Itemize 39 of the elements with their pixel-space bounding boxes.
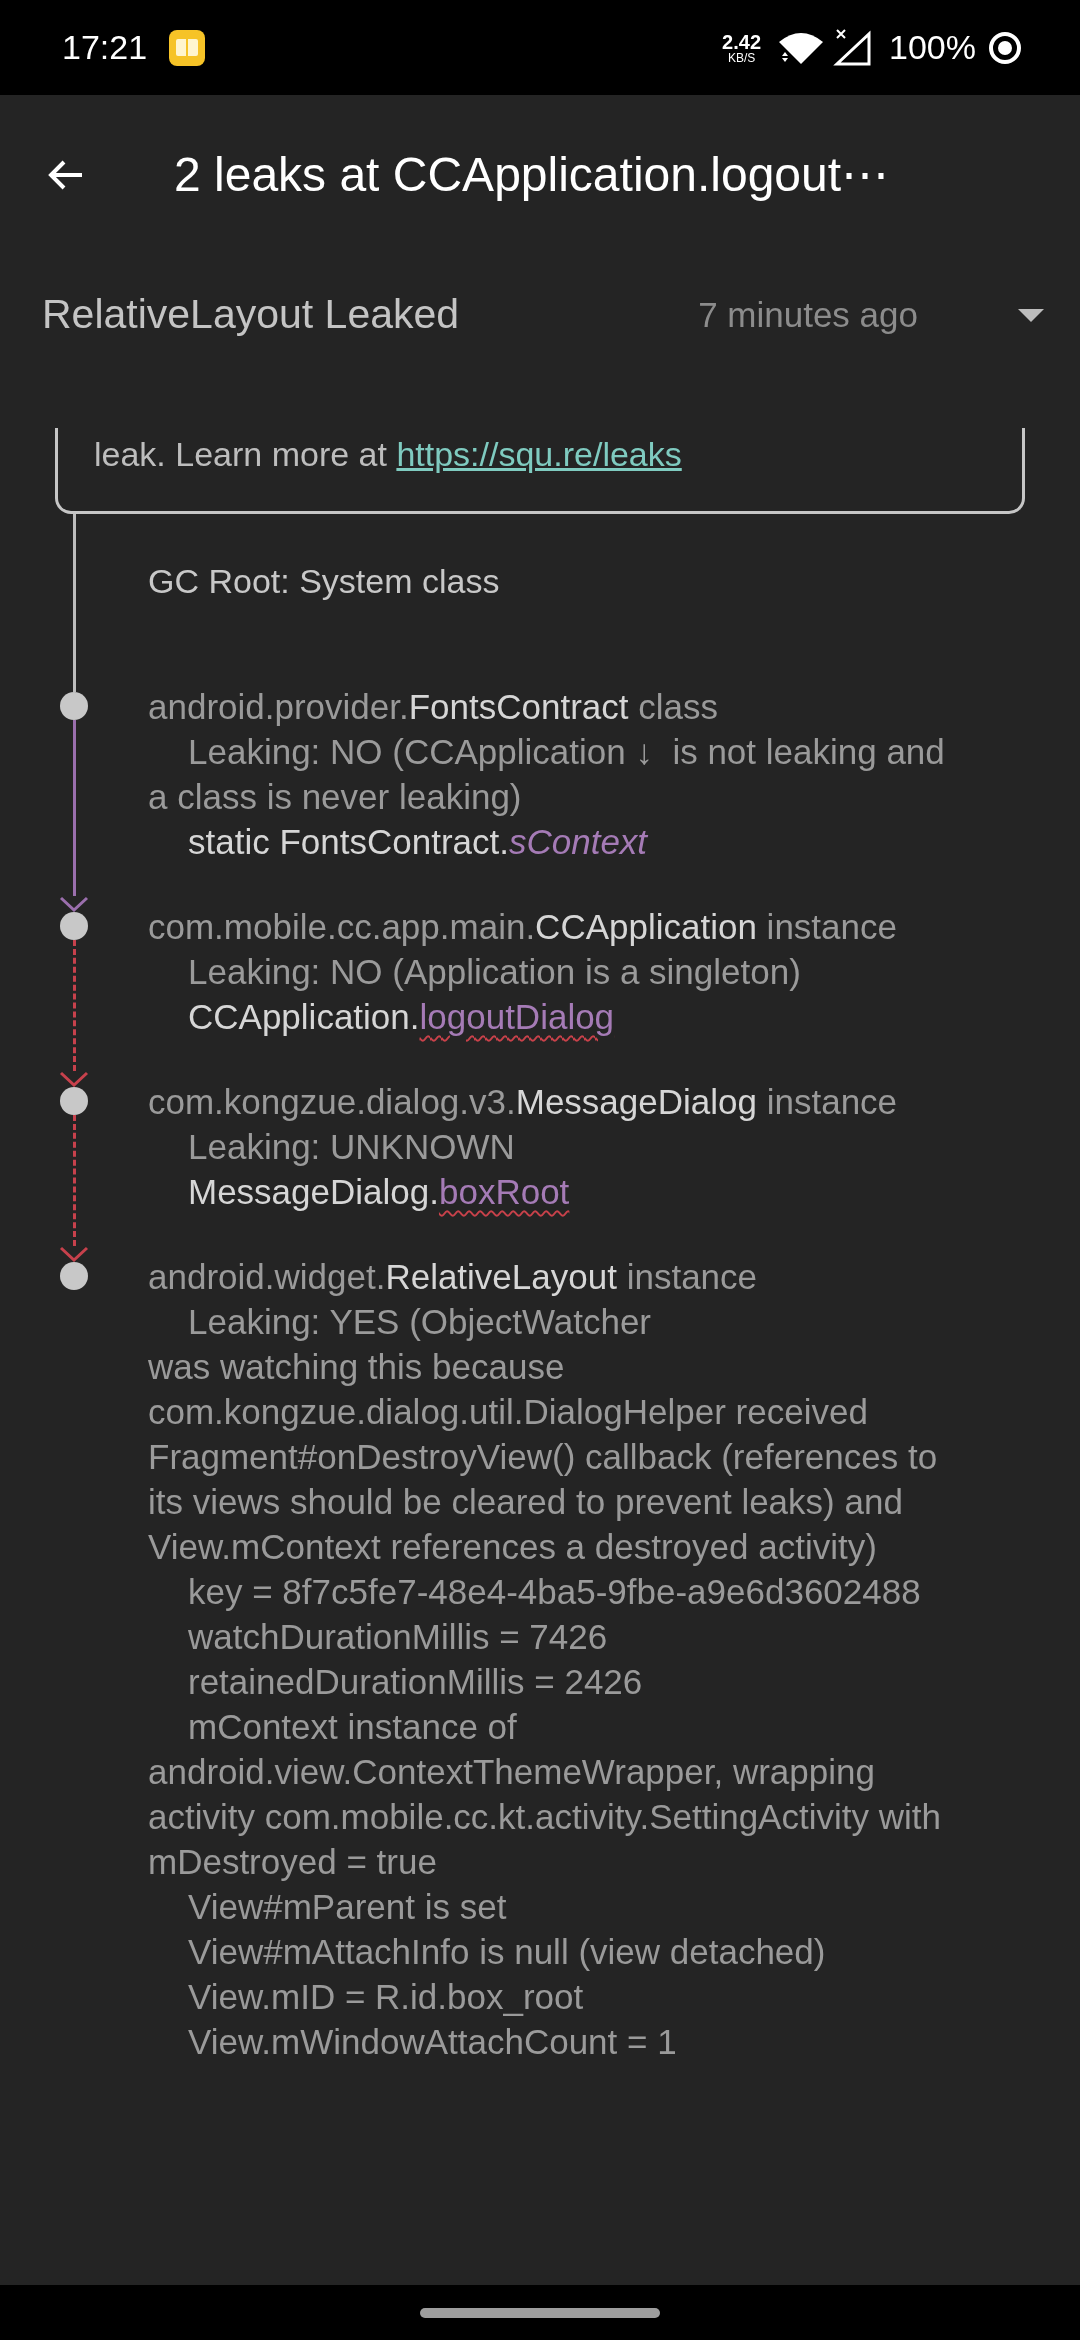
node-class-name: com.kongzue.dialog.v3.MessageDialog instance: [148, 1081, 899, 1123]
node-detail: Leaking: YES (ObjectWatcher was watching this because com.kongzue.dialog.util.DialogHelper received Fragment#onDestroyView() callback (references to its views should be cleared to prevent leaks) and View.mContext references a destroyed activity): [148, 1301, 939, 1568]
node-detail: key = 8f7c5fe7-48e4-4ba5-9fbe-a9e6d3602488: [187, 1571, 922, 1613]
leak-time: 7 minutes ago: [698, 293, 918, 336]
notes-app-icon: [169, 29, 206, 66]
back-arrow-icon[interactable]: [48, 159, 84, 191]
home-indicator[interactable]: [420, 2307, 660, 2318]
clock: 17:21: [62, 27, 148, 68]
signal-icon: [833, 27, 874, 68]
reference-line: static FontsContract.sContext: [187, 821, 649, 863]
node-detail: View#mParent is set: [187, 1886, 508, 1928]
dropdown-caret-icon[interactable]: [1018, 308, 1044, 322]
node-dot: [60, 692, 88, 720]
info-link[interactable]: https://squ.re/leaks: [396, 435, 682, 473]
net-speed-unit: KB/S: [727, 51, 756, 64]
node-detail: View.mWindowAttachCount = 1: [187, 2021, 678, 2063]
node-detail: Leaking: NO (CCApplication ↓ is not leaking and a class is never leaking): [148, 731, 946, 818]
node-detail: Leaking: NO (Application is a singleton): [187, 951, 802, 993]
app-bar-title: 2 leaks at CCApplication.logout⋯: [174, 147, 890, 203]
node-detail: retainedDurationMillis = 2426: [187, 1661, 644, 1703]
node-detail: Leaking: UNKNOWN: [187, 1126, 516, 1168]
node-dot: [60, 1262, 88, 1290]
info-text: leak. Learn more at https://squ.re/leaks: [94, 434, 683, 475]
reference-line: CCApplication.logoutDialog: [187, 996, 616, 1038]
node-detail: watchDurationMillis = 7426: [187, 1616, 609, 1658]
node-class-name: android.widget.RelativeLayout instance: [148, 1256, 759, 1298]
node-detail: View.mID = R.id.box_root: [187, 1976, 585, 2018]
leak-title: RelativeLayout Leaked: [42, 290, 460, 340]
node-class-name: com.mobile.cc.app.main.CCApplication instance: [148, 906, 898, 948]
node-detail: mContext instance of android.view.ContextThemeWrapper, wrapping activity com.mobile.cc.kt.activity.SettingActivity with mDestroyed = true: [148, 1706, 942, 1883]
node-class-name: android.provider.FontsContract class: [148, 686, 719, 728]
node-dot: [60, 1087, 88, 1115]
node-detail: View#mAttachInfo is null (view detached): [187, 1931, 827, 1973]
battery-level: 100%: [889, 27, 976, 68]
net-speed: 2.42: [722, 31, 762, 52]
gc-root-label: GC Root: System class: [148, 561, 500, 602]
node-dot: [60, 912, 88, 940]
reference-line: MessageDialog.boxRoot: [187, 1171, 571, 1213]
target-icon: [988, 30, 1022, 65]
